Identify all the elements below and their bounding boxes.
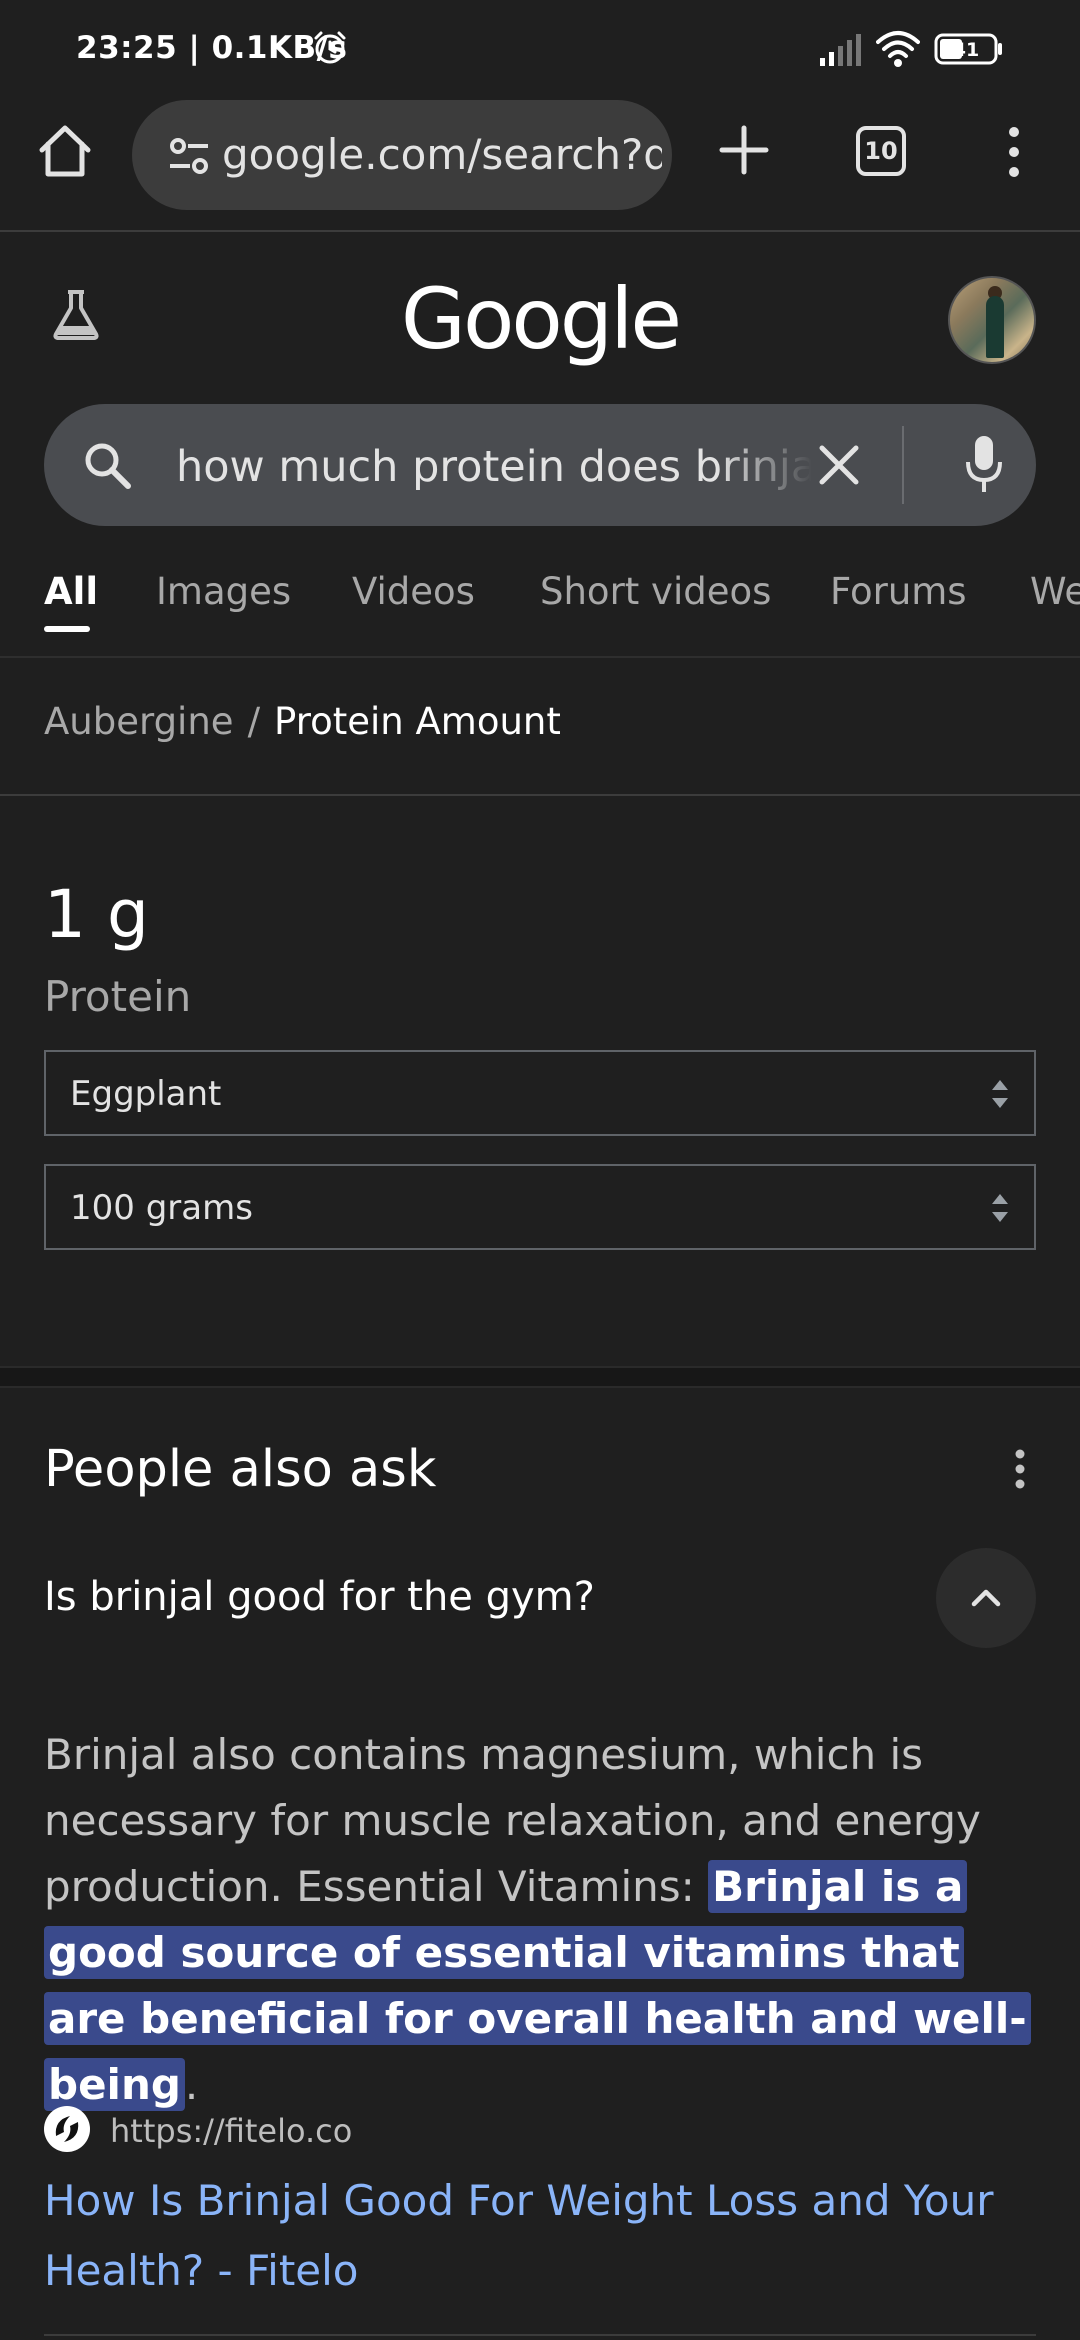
food-select[interactable]: Eggplant (44, 1050, 1036, 1136)
quantity-select[interactable]: 100 grams (44, 1164, 1036, 1250)
fitelo-favicon-icon (44, 2106, 90, 2152)
new-tab-icon[interactable] (718, 124, 770, 176)
active-tab-indicator (44, 626, 90, 632)
chevron-up-icon (971, 1589, 1001, 1607)
select-arrows-icon (992, 1194, 1008, 1222)
site-settings-icon[interactable] (168, 136, 210, 176)
google-logo[interactable]: Google (0, 270, 1080, 368)
food-select-value: Eggplant (70, 1074, 222, 1114)
select-arrows-icon (992, 1080, 1008, 1108)
breadcrumb-parent[interactable]: Aubergine (44, 700, 234, 743)
clear-search-icon[interactable] (814, 440, 864, 490)
tab-short-videos[interactable]: Short videos (540, 570, 771, 613)
tab-forums[interactable]: Forums (830, 570, 967, 613)
url-text: google.com/search?q (222, 130, 662, 179)
people-also-ask-title: People also ask (44, 1440, 437, 1499)
battery-icon: 41 (934, 33, 1002, 65)
nutrient-label: Protein (44, 972, 192, 1021)
tab-web[interactable]: We (1030, 570, 1080, 613)
search-input[interactable]: how much protein does brinjal have (176, 442, 812, 492)
result-title-link[interactable]: How Is Brinjal Good For Weight Loss and … (44, 2166, 1044, 2306)
paa-question[interactable]: Is brinjal good for the gym? (44, 1574, 595, 1620)
search-box[interactable]: how much protein does brinjal have (44, 404, 1036, 526)
breadcrumb: Aubergine / Protein Amount (44, 700, 561, 743)
avatar-figure (986, 296, 1004, 358)
quantity-select-value: 100 grams (70, 1188, 253, 1228)
search-tabs: All Images Videos Short videos Forums We (0, 560, 1080, 658)
paa-answer: Brinjal also contains magnesium, which i… (44, 1722, 1044, 2118)
paa-more-options-icon[interactable] (1014, 1448, 1026, 1490)
section-separator (0, 1366, 1080, 1388)
browser-toolbar: google.com/search?q 10 (0, 96, 1080, 232)
tab-switcher-button[interactable]: 10 (856, 126, 906, 176)
tab-videos[interactable]: Videos (352, 570, 475, 613)
tab-all[interactable]: All (44, 570, 98, 613)
signal-icon (820, 34, 861, 66)
breadcrumb-separator: / (247, 700, 261, 743)
collapse-question-button[interactable] (936, 1548, 1036, 1648)
more-options-icon[interactable] (1004, 124, 1024, 180)
nutrient-amount: 1 g (44, 876, 149, 953)
avatar[interactable] (948, 276, 1036, 364)
search-divider (902, 426, 904, 504)
wifi-icon (876, 31, 920, 67)
divider (0, 794, 1080, 796)
battery-level: 41 (953, 39, 979, 61)
breadcrumb-current: Protein Amount (274, 700, 561, 743)
status-time: 23:25 | 0.1KB/s (76, 30, 348, 66)
source-url: https://fitelo.co (110, 2112, 353, 2150)
tab-images[interactable]: Images (156, 570, 291, 613)
microphone-icon[interactable] (964, 434, 1004, 494)
search-icon (85, 443, 131, 489)
home-icon[interactable] (36, 122, 94, 180)
url-bar[interactable]: google.com/search?q (132, 100, 672, 210)
answer-end: . (184, 2060, 199, 2109)
status-bar: 23:25 | 0.1KB/s 41 (0, 0, 1080, 96)
alarm-icon (314, 31, 346, 64)
divider (44, 2334, 1036, 2336)
